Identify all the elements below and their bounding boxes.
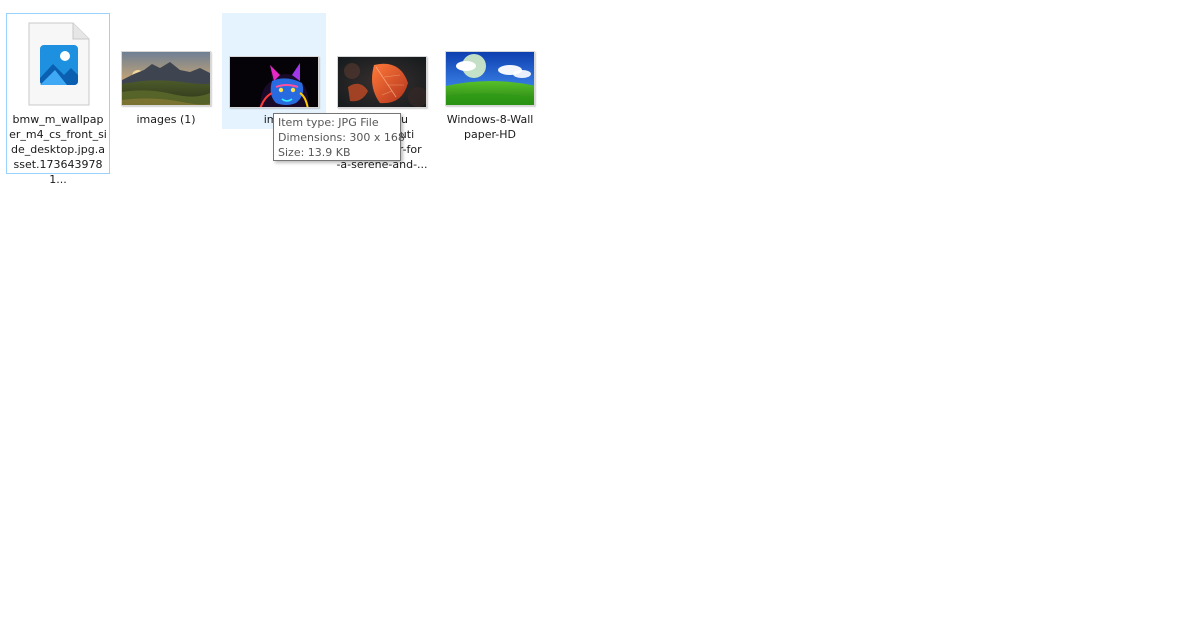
- file-item-images-1[interactable]: images (1): [114, 13, 218, 131]
- green-hills-thumbnail: [445, 51, 535, 106]
- file-thumbnail-area: [223, 14, 325, 108]
- file-name-line: er_m4_cs_front_si: [9, 128, 107, 141]
- file-thumbnail-area: [115, 14, 217, 108]
- file-name-line: images (1): [136, 113, 196, 126]
- file-thumbnail-area: [331, 14, 433, 108]
- file-name-label: Windows-8-Wall paper-HD: [439, 112, 541, 142]
- autumn-leaf-thumbnail: [337, 56, 427, 108]
- file-name-line: de_desktop.jpg.a: [11, 143, 105, 156]
- file-item-windows-8-wallpaper[interactable]: Windows-8-Wall paper-HD: [438, 13, 542, 147]
- neon-cat-thumbnail: [229, 56, 319, 108]
- landscape-thumbnail: [121, 51, 211, 106]
- tooltip-dimensions: Dimensions: 300 x 168: [278, 131, 405, 144]
- file-name-line: bmw_m_wallpap: [12, 113, 104, 126]
- file-item-bmw-wallpaper[interactable]: bmw_m_wallpap er_m4_cs_front_si de_deskt…: [6, 13, 110, 186]
- photo-file-icon: [28, 22, 90, 106]
- file-info-tooltip: Item type: JPG File Dimensions: 300 x 16…: [273, 113, 405, 161]
- file-name-line: sset.1736439781...: [13, 158, 103, 186]
- file-name-label: bmw_m_wallpap er_m4_cs_front_si de_deskt…: [7, 112, 109, 187]
- file-name-line: paper-HD: [463, 128, 516, 141]
- tooltip-size: Size: 13.9 KB: [278, 146, 351, 159]
- file-item-images[interactable]: ima: [222, 13, 326, 129]
- file-thumbnail-area: [439, 14, 541, 108]
- file-name-line: Windows-8-Wall: [446, 113, 534, 126]
- tooltip-item-type: Item type: JPG File: [278, 116, 379, 129]
- file-name-label: images (1): [115, 112, 217, 127]
- file-explorer-view: bmw_m_wallpap er_m4_cs_front_si de_deskt…: [0, 0, 1194, 625]
- file-thumbnail: [7, 14, 109, 108]
